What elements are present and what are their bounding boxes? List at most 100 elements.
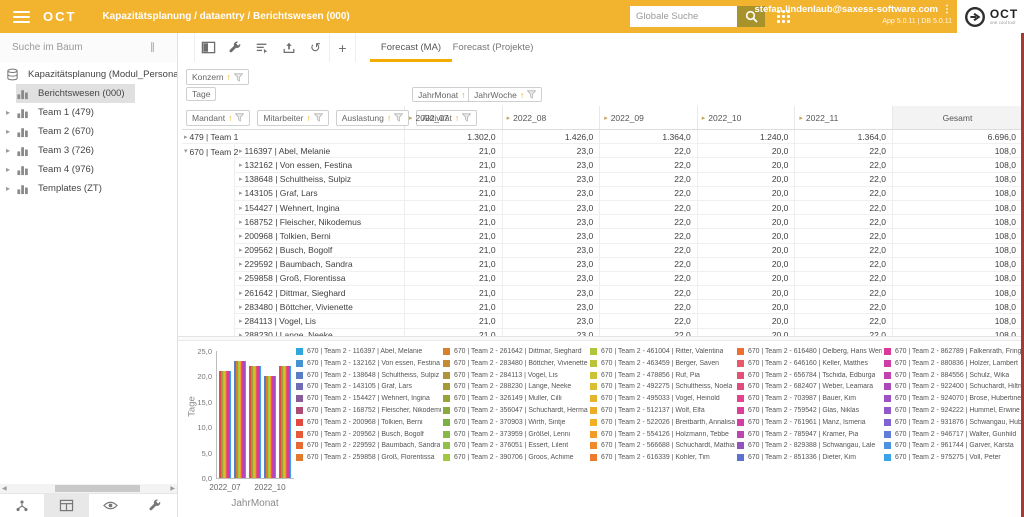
value-cell[interactable]: 22,0 [600,158,698,172]
tab-forecast-ma[interactable]: Forecast (MA) [370,33,452,62]
employee-cell[interactable]: ▸168752 | Fleischer, Nikodemus [235,215,405,229]
legend-item[interactable]: 670 | Team 2 - 283480 | Böttcher, Vivien… [443,360,588,367]
value-cell[interactable]: 22,0 [795,272,893,286]
value-cell[interactable]: 22,0 [795,215,893,229]
value-cell[interactable]: 21,0 [405,158,503,172]
employee-cell[interactable]: ▸284113 | Vogel, Lis [235,314,405,328]
expand-icon[interactable]: ▸ [239,303,243,311]
group-cell-team2[interactable]: ▾670 | Team 2 [182,144,235,336]
legend-item[interactable]: 670 | Team 2 - 931876 | Schwangau, Huber… [884,419,1024,426]
wrench-icon[interactable] [133,494,177,517]
menu-icon[interactable] [13,11,30,23]
value-cell[interactable]: 1.426,0 [503,130,601,144]
expand-icon[interactable]: ▸ [239,204,243,212]
value-cell[interactable]: 23,0 [503,244,601,258]
expander-icon[interactable]: ▸ [6,127,16,136]
eye-icon[interactable] [89,494,133,517]
legend-item[interactable]: 670 | Team 2 - 463459 | Berger, Saven [590,360,735,367]
employee-cell[interactable]: ▸283480 | Böttcher, Vivienette [235,300,405,314]
expand-icon[interactable]: ▸ [409,114,413,122]
expand-icon[interactable]: ▸ [239,274,243,282]
legend-item[interactable]: 670 | Team 2 - 370903 | Wirth, Sintje [443,419,588,426]
global-search-input[interactable] [630,6,737,27]
legend-item[interactable]: 670 | Team 2 - 656784 | Tschida, Edburga [737,372,882,379]
expander-icon[interactable]: ▸ [6,108,16,117]
legend-item[interactable]: 670 | Team 2 - 616480 | Oelberg, Hans We… [737,348,882,355]
value-cell[interactable]: 1.364,0 [795,130,893,144]
value-cell[interactable]: 21,0 [405,314,503,328]
legend-item[interactable]: 670 | Team 2 - 209562 | Busch, Bogolf [296,431,441,438]
panel-splitter-handle[interactable]: ∥ [150,42,156,53]
value-cell[interactable]: 23,0 [503,329,601,336]
legend-item[interactable]: 670 | Team 2 - 862789 | Falkenrath, Frin… [884,348,1024,355]
employee-cell[interactable]: ▸261642 | Dittmar, Sieghard [235,286,405,300]
expand-icon[interactable]: ▸ [239,147,243,155]
tree-item-team-4-976-[interactable]: ▸ Team 4 (976) [0,160,177,179]
wrench-icon[interactable] [221,33,248,62]
value-cell[interactable]: 20,0 [698,144,796,158]
value-cell[interactable]: 20,0 [698,286,796,300]
legend-item[interactable]: 670 | Team 2 - 961744 | Garver, Karsta [884,442,1024,449]
value-cell[interactable]: 20,0 [698,173,796,187]
legend-item[interactable]: 670 | Team 2 - 829388 | Schwangau, Lale [737,442,882,449]
expand-icon[interactable]: ▸ [239,175,243,183]
value-cell[interactable]: 22,0 [795,144,893,158]
legend-item[interactable]: 670 | Team 2 - 884556 | Schulz, Wika [884,372,1024,379]
value-cell[interactable]: 22,0 [795,300,893,314]
value-cell[interactable]: 22,0 [600,272,698,286]
legend-item[interactable]: 670 | Team 2 - 703987 | Bauer, Kim [737,395,882,402]
export-icon[interactable] [275,33,302,62]
legend-item[interactable]: 670 | Team 2 - 356047 | Schuchardt, Herm… [443,407,588,414]
expand-icon[interactable]: ▸ [239,232,243,240]
rowfield-chip-mitarbeiter[interactable]: Mitarbeiter↑ [257,110,328,126]
legend-item[interactable]: 670 | Team 2 - 390706 | Groos, Achime [443,454,588,461]
value-cell[interactable]: 20,0 [698,329,796,336]
legend-item[interactable]: 670 | Team 2 - 924222 | Hummel, Erwine [884,407,1024,414]
value-cell[interactable]: 22,0 [600,144,698,158]
value-cell[interactable]: 21,0 [405,201,503,215]
value-cell[interactable]: 20,0 [698,244,796,258]
user-email[interactable]: stefan.lindenlaub@saxess-software.com [755,4,939,15]
employee-cell[interactable]: ▸288230 | Lange, Neeke [235,329,405,336]
structure-icon[interactable] [0,494,44,517]
value-cell[interactable]: 22,0 [600,173,698,187]
legend-item[interactable]: 670 | Team 2 - 495033 | Vogel, Heinold [590,395,735,402]
value-cell[interactable]: 22,0 [600,314,698,328]
legend-item[interactable]: 670 | Team 2 - 759542 | Glas, Niklas [737,407,882,414]
expand-icon[interactable]: ▸ [507,114,511,122]
value-cell[interactable]: 21,0 [405,229,503,243]
expand-icon[interactable]: ▸ [239,218,243,226]
value-cell[interactable]: 23,0 [503,258,601,272]
value-cell[interactable]: 1.240,0 [698,130,796,144]
expander-icon[interactable]: ▸ [6,184,16,193]
value-cell[interactable]: 21,0 [405,272,503,286]
value-cell[interactable]: 21,0 [405,244,503,258]
legend-item[interactable]: 670 | Team 2 - 946717 | Walter, Gunhild [884,431,1024,438]
value-cell[interactable]: 22,0 [600,300,698,314]
value-cell[interactable]: 21,0 [405,258,503,272]
scroll-left-arrow-icon[interactable]: ◀ [2,485,7,492]
legend-item[interactable]: 670 | Team 2 - 975275 | Voll, Peter [884,454,1024,461]
jahrwoche-chip[interactable]: JahrWoche↑ [468,87,542,102]
legend-item[interactable]: 670 | Team 2 - 566688 | Schuchardt, Math… [590,442,735,449]
column-header-2022_08[interactable]: ▸2022_08 [503,106,601,129]
legend-item[interactable]: 670 | Team 2 - 284113 | Vogel, Lis [443,372,588,379]
value-cell[interactable]: 20,0 [698,187,796,201]
value-cell[interactable]: 23,0 [503,173,601,187]
expand-icon[interactable]: ▸ [239,317,243,325]
scrollbar-thumb[interactable] [55,485,140,492]
value-cell[interactable]: 20,0 [698,229,796,243]
legend-item[interactable]: 670 | Team 2 - 373959 | Größel, Lenni [443,431,588,438]
value-cell[interactable]: 1.364,0 [600,130,698,144]
value-cell[interactable]: 20,0 [698,215,796,229]
value-cell[interactable]: 21,0 [405,215,503,229]
rowfield-chip-auslastung[interactable]: Auslastung↑ [336,110,409,126]
expand-icon[interactable]: ▸ [604,114,608,122]
tree-item-templates-zt-[interactable]: ▸ Templates (ZT) [0,179,177,198]
add-tab-icon[interactable]: + [329,33,356,62]
total-column-header[interactable]: Gesamt [893,106,1022,129]
value-cell[interactable]: 21,0 [405,187,503,201]
tree-item-team-2-670-[interactable]: ▸ Team 2 (670) [0,122,177,141]
value-cell[interactable]: 23,0 [503,201,601,215]
value-cell[interactable]: 22,0 [795,201,893,215]
